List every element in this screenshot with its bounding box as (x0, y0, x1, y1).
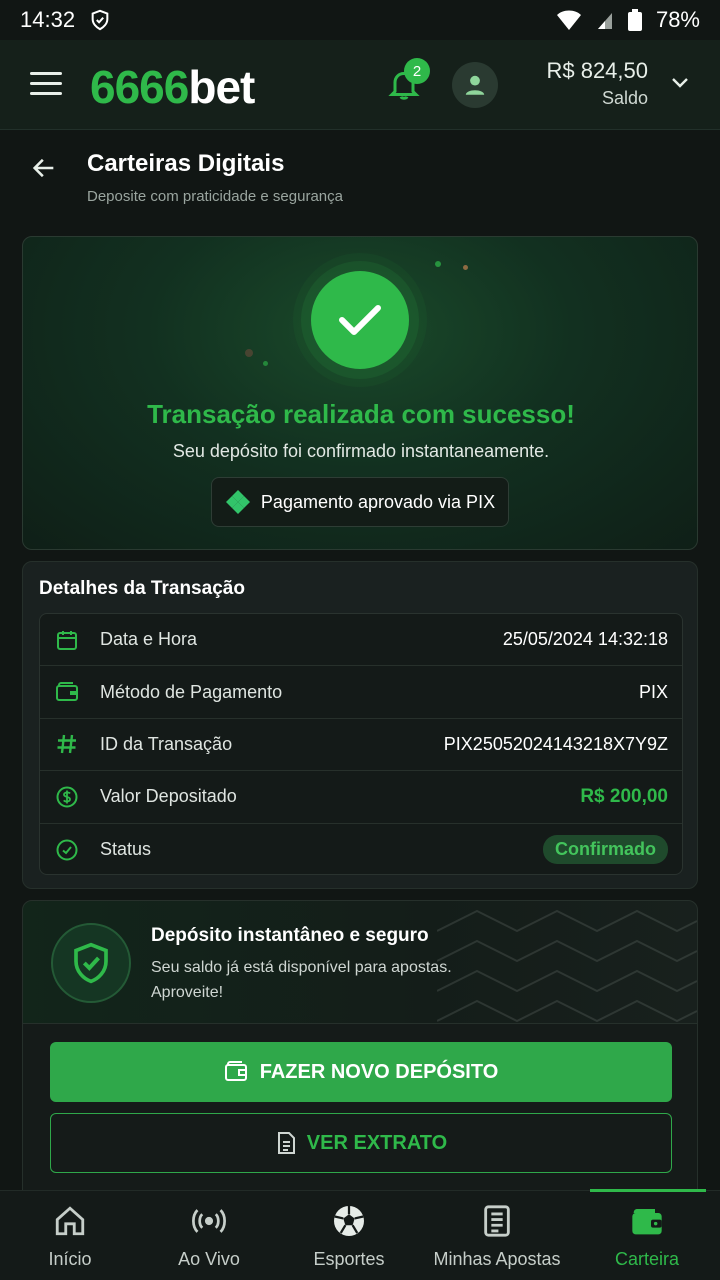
new-deposit-label: FAZER NOVO DEPÓSITO (259, 1060, 499, 1083)
balance-amount: R$ 824,50 (546, 58, 648, 83)
battery-percent: 78% (655, 7, 700, 32)
nav-label: Esportes (313, 1249, 385, 1269)
bottom-navigation: Início Ao Vivo Esportes Minhas Apostas C… (0, 1189, 720, 1280)
pix-approved-label: Pagamento aprovado via PIX (260, 491, 496, 512)
shield-check-icon (74, 942, 108, 984)
nav-label: Minhas Apostas (433, 1249, 561, 1269)
detail-row-payment-method: Método de Pagamento PIX (40, 666, 682, 719)
signal-icon (597, 13, 612, 29)
nav-label: Carteira (614, 1249, 680, 1269)
detail-value: PIX (638, 681, 668, 702)
live-broadcast-icon (192, 1209, 226, 1233)
nav-item-carteira[interactable]: Carteira (577, 1203, 717, 1270)
info-title: Depósito instantâneo e seguro (151, 925, 429, 946)
new-deposit-button[interactable]: FAZER NOVO DEPÓSITO (50, 1042, 672, 1102)
notification-badge: 2 (404, 58, 430, 84)
view-statement-button[interactable]: VER EXTRATO (50, 1113, 672, 1173)
wallet-plus-icon (224, 1061, 247, 1081)
avatar[interactable] (452, 62, 498, 108)
success-card: Transação realizada com sucesso! Seu dep… (22, 236, 698, 550)
home-icon (55, 1206, 85, 1236)
view-statement-label: VER EXTRATO (306, 1131, 448, 1154)
pix-icon (225, 490, 250, 514)
check-circle-icon (56, 839, 78, 861)
detail-value: 25/05/2024 14:32:18 (502, 629, 668, 650)
page-subtitle: Deposite com praticidade e segurança (87, 188, 343, 205)
status-bar: 14:32 78% (0, 0, 720, 40)
secure-deposit-banner: Depósito instantâneo e seguro Seu saldo … (22, 900, 698, 1024)
active-tab-indicator (590, 1189, 706, 1192)
wifi-icon (556, 10, 581, 30)
detail-label: Método de Pagamento (100, 681, 283, 702)
detail-label: Data e Hora (100, 629, 198, 650)
details-table: Data e Hora 25/05/2024 14:32:18 Método d… (39, 613, 683, 875)
details-title: Detalhes da Transação (39, 578, 245, 599)
success-description: Seu depósito foi confirmado instantaneam… (172, 441, 550, 461)
brand-logo[interactable]: 6666bet (90, 60, 255, 114)
wallet-icon (632, 1209, 662, 1235)
user-icon (465, 75, 485, 95)
menu-icon[interactable] (30, 72, 62, 96)
document-icon (277, 1132, 295, 1154)
status-time: 14:32 (20, 7, 76, 32)
soccer-ball-icon (334, 1206, 364, 1236)
top-bar: 6666bet 2 R$ 824,50 Saldo (0, 40, 720, 130)
detail-row-transaction-id: ID da Transação PIX25052024143218X7Y9Z (40, 719, 682, 772)
info-text: Seu saldo já está disponível para aposta… (151, 959, 452, 1001)
nav-item-minhas-apostas[interactable]: Minhas Apostas (427, 1203, 567, 1270)
calendar-icon (57, 630, 77, 650)
action-buttons: FAZER NOVO DEPÓSITO VER EXTRATO (22, 1024, 698, 1190)
back-arrow-icon[interactable] (30, 154, 58, 182)
shield-status-icon (91, 9, 109, 31)
balance-display[interactable]: R$ 824,50 Saldo (546, 58, 648, 109)
battery-icon (627, 9, 642, 31)
nav-item-inicio[interactable]: Início (0, 1203, 140, 1270)
pix-approved-pill: Pagamento aprovado via PIX (211, 477, 509, 527)
chevron-down-icon[interactable] (670, 76, 690, 90)
success-check-badge (311, 271, 409, 369)
nav-label: Início (48, 1249, 92, 1269)
nav-label: Ao Vivo (178, 1249, 240, 1269)
detail-label: ID da Transação (100, 733, 233, 754)
page-header: Carteiras Digitais Deposite com praticid… (0, 130, 720, 230)
detail-row-datetime: Data e Hora 25/05/2024 14:32:18 (40, 614, 682, 667)
nav-item-ao-vivo[interactable]: Ao Vivo (139, 1203, 279, 1270)
success-title: Transação realizada com sucesso! (147, 399, 575, 429)
detail-row-amount: Valor Depositado R$ 200,00 (40, 771, 682, 824)
bet-slip-icon (484, 1205, 510, 1237)
detail-label: Status (100, 839, 152, 860)
shield-badge (51, 923, 131, 1003)
detail-label: Valor Depositado (100, 786, 237, 807)
status-badge: Confirmado (543, 835, 668, 865)
balance-label: Saldo (601, 88, 648, 108)
detail-row-status: Status Confirmado (40, 824, 682, 876)
hash-icon (57, 735, 76, 754)
page-title: Carteiras Digitais (87, 150, 285, 177)
wallet-icon (56, 682, 78, 702)
transaction-details-card: Detalhes da Transação Data e Hora 25/05/… (22, 561, 698, 889)
deposit-amount-value: R$ 200,00 (580, 785, 668, 807)
dollar-circle-icon (56, 786, 78, 808)
nav-item-esportes[interactable]: Esportes (279, 1203, 419, 1270)
transaction-id-value[interactable]: PIX25052024143218X7Y9Z (444, 734, 668, 755)
checkmark-icon (339, 305, 381, 335)
